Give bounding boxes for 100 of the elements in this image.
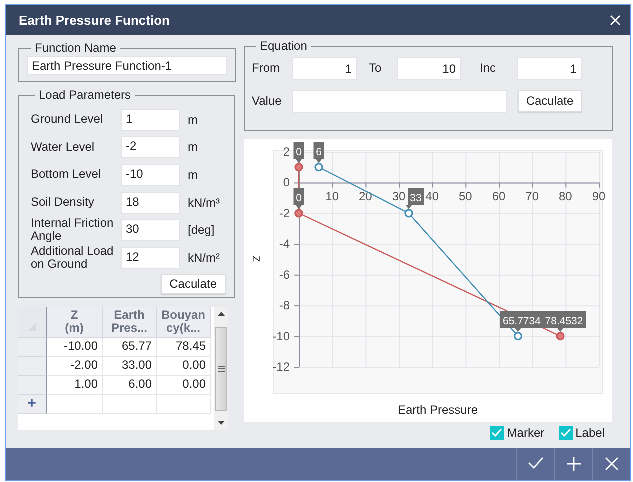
tick-label: 0 [283,176,290,190]
parameter-field[interactable]: 18 [121,192,180,214]
row-header [18,376,47,395]
unit-label: kN/m³ [188,196,220,210]
scrollbar[interactable] [214,307,228,430]
data-label: 0 [294,188,304,210]
data-label: 78.4532 [545,315,584,328]
data-label: 78.4532 [542,311,586,332]
column-header[interactable]: Z (m) [47,307,103,338]
group-legend: Function Name [31,41,120,55]
data-point [314,163,324,172]
data-label: 33 [410,192,422,204]
data-label: 65.7734 [500,311,544,332]
tick-label: 40 [426,190,440,204]
table-cell: 78.45 [157,338,211,357]
tick-label: -12 [272,360,290,374]
parameter-field[interactable]: 1 [121,108,180,131]
tick-label: -4 [279,237,290,252]
data-label: 0 [294,142,304,164]
field-label: Value [252,94,283,108]
data-point [556,332,565,341]
tick-label: 70 [526,190,540,204]
checkbox-label: Marker [507,426,545,440]
axis-title: Earth Pressure [398,403,478,417]
data-point [404,209,414,218]
data-label: 6 [314,142,324,164]
table-cell: -10.00 [47,338,103,357]
parameter-field[interactable]: 12 [121,246,180,269]
table-cell: 65.77 [103,338,157,357]
data-label: 0 [296,146,302,158]
field-label: Additional Load on Ground [31,244,115,271]
table-cell: 33.00 [103,357,157,376]
tick-label: 60 [492,190,506,204]
tick-label: -8 [279,298,290,313]
checkbox[interactable] [490,426,504,440]
tick-label: -10 [272,329,290,344]
plus-icon[interactable] [566,456,582,472]
table-cell: -2.00 [47,357,103,376]
field-label: Ground Level [31,113,104,126]
group-legend: Load Parameters [35,88,136,102]
data-point [514,332,523,341]
field-label: Internal Friction Angle [31,217,115,244]
scroll-down-icon[interactable] [218,421,224,425]
parameter-field[interactable]: 30 [121,219,180,242]
row-header [18,357,47,376]
tick-label: -6 [279,268,290,282]
field-label: Bottom Level [31,168,102,182]
field-label: To [369,61,383,75]
column-header[interactable]: Bouyan cy(k... [157,307,211,338]
group-legend: Equation [256,39,312,53]
calculate-button[interactable]: Caculate [160,274,226,294]
unit-label: m [188,140,198,154]
unit-label: m [188,168,198,182]
table-cell: 0.00 [157,376,211,395]
scroll-up-icon[interactable] [218,312,224,316]
value-field[interactable] [292,90,507,112]
tick-label: -2 [279,206,290,220]
checkbox-label: Label [576,426,605,440]
data-label: 33 [406,188,424,210]
table-cell [47,395,103,414]
data-label: 6 [316,146,322,158]
parameter-field[interactable]: -10 [121,164,180,186]
field-label: Soil Density [31,196,96,210]
tick-label: 80 [558,190,572,204]
field-label: From [252,61,281,75]
table-cell: 0.00 [157,357,211,376]
calculate-button[interactable]: Caculate [518,90,582,112]
unit-label: m [188,112,198,127]
data-label: 0 [296,192,302,204]
column-header[interactable]: Earth Pres... [103,307,157,338]
table-cell [157,395,211,414]
table-cell: 1.00 [47,376,103,395]
tick-label: 50 [458,190,472,204]
grip-icon [218,366,224,372]
checkbox[interactable] [558,426,573,440]
field-label: Water Level [31,140,96,154]
tick-label: 10 [326,190,340,204]
table-cell: 6.00 [103,376,157,395]
field-label: Inc [480,61,498,75]
tick-label: 90 [592,190,606,204]
tick-label: 30 [392,190,406,204]
unit-label: kN/m² [188,250,220,265]
function-name-field[interactable]: Earth Pressure Function-1 [27,56,227,75]
parameter-field[interactable]: -2 [121,136,180,158]
new-row-marker[interactable]: + [18,395,47,414]
table-cell [103,395,157,414]
scroll-thumb[interactable] [215,326,227,410]
axis-title: Z [250,256,261,262]
data-point [294,163,304,172]
close-icon[interactable] [604,456,620,472]
data-point [294,209,304,218]
data-label: 65.7734 [503,315,542,328]
close-icon[interactable] [610,14,621,26]
to-field[interactable]: 10 [397,56,461,80]
tick-label: 2 [283,145,290,159]
check-icon[interactable] [528,456,544,472]
increment-field[interactable]: 1 [517,56,582,80]
unit-label: [deg] [188,223,215,238]
from-field[interactable]: 1 [292,56,357,80]
window-title: Earth Pressure Function [19,12,170,28]
